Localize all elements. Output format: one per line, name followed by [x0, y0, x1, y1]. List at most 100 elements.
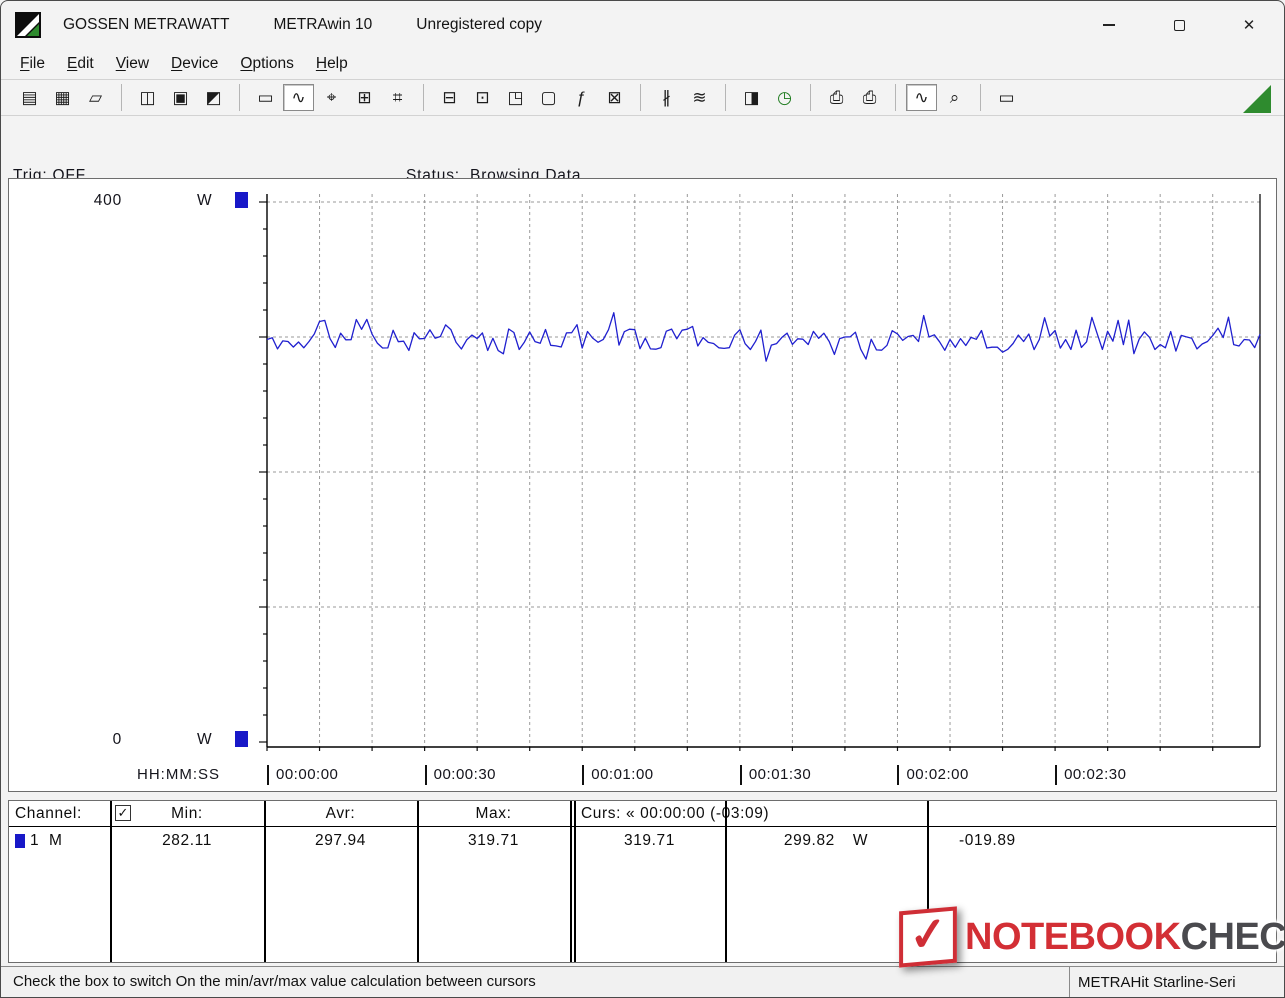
y-axis-min-label: 0 [79, 731, 122, 749]
column-divider [570, 801, 572, 962]
row-min-value: 282.11 [110, 832, 264, 850]
time-axis-label: 00:00:30 [425, 765, 496, 785]
minimize-button[interactable] [1074, 1, 1144, 49]
scale-settings-icon[interactable]: ⌗ [382, 84, 413, 111]
signal-line [267, 313, 1260, 362]
window-title-license: Unregistered copy [416, 16, 542, 34]
toolbar-group: ⎙⎙ [820, 84, 896, 111]
menu-view[interactable]: View [105, 51, 160, 77]
window-controls: ✕ [1074, 1, 1284, 49]
table-header-row: Channel: ✓ Min: Avr: Max: Curs: « 00:00:… [9, 801, 1276, 827]
x-axis-caption: HH:MM:SS [137, 765, 220, 785]
notebookcheck-watermark: ✓ NOTEBOOKCHECK [899, 909, 1285, 965]
row-max-value: 319.71 [417, 832, 570, 850]
menu-view-label: V [116, 55, 126, 72]
toolbar-group: ∿⌕ [905, 84, 981, 111]
menu-help-label: H [316, 55, 327, 72]
toolbar-group: ◨◷ [735, 84, 811, 111]
notebookcheck-logo-icon: ✓ [899, 906, 957, 967]
column-divider [264, 801, 266, 962]
zoom-select-icon[interactable]: ⌕ [939, 84, 970, 111]
menu-view-label-rest: iew [126, 55, 149, 72]
app-window: GOSSEN METRAWATT METRAwin 10 Unregistere… [0, 0, 1285, 998]
display-panel-icon[interactable]: ▭ [250, 84, 281, 111]
menu-options-label-rest: ptions [252, 55, 293, 72]
minimize-icon [1103, 24, 1115, 25]
trend-view-icon[interactable]: ∿ [283, 84, 314, 111]
monitor-grid-icon[interactable]: ⊠ [599, 84, 630, 111]
file-save-as-icon[interactable]: ▦ [47, 84, 78, 111]
watermark-word-red: NOTEBOOK [965, 916, 1181, 958]
row-channel-mode: M [49, 832, 63, 850]
menu-options[interactable]: Options [229, 51, 304, 77]
column-divider [725, 801, 727, 962]
window-title-program: METRAwin 10 [273, 16, 372, 34]
toolbar-group: ∦≋ [650, 84, 726, 111]
channel-color-marker-bottom [235, 731, 248, 747]
scope-view-icon[interactable]: ⌖ [316, 84, 347, 111]
monitor-transfer-icon[interactable]: ⊡ [467, 84, 498, 111]
column-divider [574, 801, 576, 962]
y-axis-unit-top: W [197, 192, 212, 210]
acquisition-status-panel: Trig: OFF Chan: 123456789 Status: Browsi… [1, 117, 1284, 178]
chart-panel: 400 W 0 W HH:MM:SS 00:00:0000:00:3000:01… [8, 178, 1277, 792]
memory-read-icon[interactable]: ◩ [198, 84, 229, 111]
menu-edit-label-rest: dit [77, 55, 93, 72]
toolbar-group: ▭∿⌖⊞⌗ [249, 84, 424, 111]
row-cursor-right-cell: 299.82 W [725, 832, 927, 850]
column-divider [417, 801, 419, 962]
chart-canvas[interactable] [9, 179, 1276, 791]
titlebar: GOSSEN METRAWATT METRAwin 10 Unregistere… [1, 1, 1284, 49]
print-preview-icon[interactable]: ⎙ [854, 84, 885, 111]
close-button[interactable]: ✕ [1214, 1, 1284, 49]
monitor-blank-icon[interactable]: ▢ [533, 84, 564, 111]
row-cursor-right-unit: W [853, 832, 868, 850]
split-channel-icon[interactable]: ∦ [651, 84, 682, 111]
menu-help-label-rest: elp [327, 55, 348, 72]
menu-file[interactable]: File [9, 51, 56, 77]
time-axis: HH:MM:SS 00:00:00 00:00:30 00:01:00 00:01:3… [9, 765, 1276, 791]
snapshot-icon[interactable]: ▣ [165, 84, 196, 111]
monitor-export-icon[interactable]: ⊟ [434, 84, 465, 111]
menu-help[interactable]: Help [305, 51, 359, 77]
app-logo-icon [15, 12, 41, 38]
time-axis-label: 00:01:00 [582, 765, 653, 785]
channel-color-marker-top [235, 192, 248, 208]
maximize-button[interactable] [1144, 1, 1214, 49]
zoom-curve-icon[interactable]: ∿ [906, 84, 937, 111]
tooltip-icon[interactable]: ▭ [991, 84, 1022, 111]
header-min: Min: [110, 805, 264, 823]
time-axis-label: 00:00:00 [267, 765, 338, 785]
window-title-app: GOSSEN METRAWATT [63, 16, 229, 34]
file-open-icon[interactable]: ▱ [80, 84, 111, 111]
table-view-icon[interactable]: ⊞ [349, 84, 380, 111]
channel-color-swatch [15, 834, 25, 848]
monitor-graph-icon[interactable]: ◳ [500, 84, 531, 111]
menu-device[interactable]: Device [160, 51, 229, 77]
device-readout-icon[interactable]: ◫ [132, 84, 163, 111]
statusbar: Check the box to switch On the min/avr/m… [1, 966, 1284, 997]
watermark-wordmark: NOTEBOOKCHECK [965, 916, 1285, 959]
menubar: File Edit View Device Options Help [1, 49, 1284, 79]
menu-options-label: O [240, 55, 252, 72]
channels-overlay-icon[interactable]: ◨ [736, 84, 767, 111]
row-cursor-left-value: 319.71 [574, 832, 725, 850]
maximize-icon [1174, 20, 1185, 31]
time-axis-label: 00:02:00 [897, 765, 968, 785]
close-icon: ✕ [1243, 16, 1256, 34]
toolbar-group: ◫▣◩ [131, 84, 240, 111]
menu-edit[interactable]: Edit [56, 51, 105, 77]
formula-icon[interactable]: ƒ [566, 84, 597, 111]
menu-device-label: D [171, 55, 182, 72]
print-icon[interactable]: ⎙ [821, 84, 852, 111]
row-channel-number: 1 [30, 832, 39, 850]
y-axis-max-label: 400 [79, 192, 122, 210]
watermark-word-dark: CHECK [1181, 916, 1285, 958]
file-save-icon[interactable]: ▤ [14, 84, 45, 111]
waveform-icon[interactable]: ≋ [684, 84, 715, 111]
timer-icon[interactable]: ◷ [769, 84, 800, 111]
menu-device-label-rest: evice [182, 55, 218, 72]
statusbar-hint-text: Check the box to switch On the min/avr/m… [13, 973, 536, 990]
column-divider [110, 801, 112, 962]
time-axis-label: 00:01:30 [740, 765, 811, 785]
